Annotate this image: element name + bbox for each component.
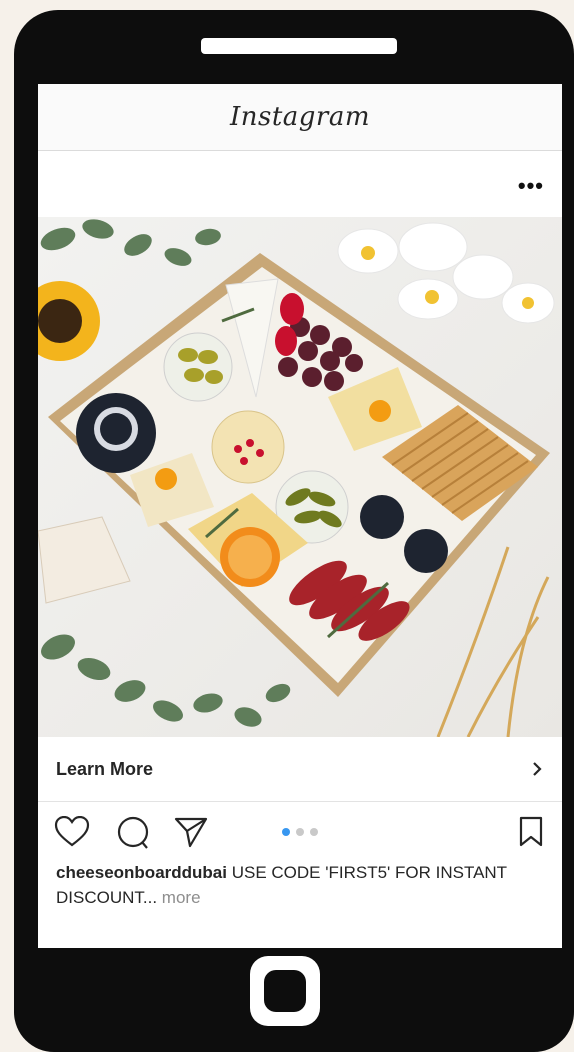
- carousel-dot: [310, 828, 318, 836]
- comment-icon[interactable]: [116, 816, 150, 850]
- chevron-right-icon: [533, 762, 542, 776]
- more-options-icon[interactable]: •••: [518, 173, 544, 199]
- carousel-indicator: [282, 828, 318, 836]
- post-actions: [38, 802, 562, 860]
- post-header: •••: [38, 151, 562, 217]
- post-caption: cheeseonboarddubai USE CODE 'FIRST5' FOR…: [38, 860, 562, 910]
- post-image[interactable]: [38, 217, 562, 737]
- phone-screen: Instagram ••• Learn More cheeseonboarddu…: [38, 84, 562, 948]
- caption-more-link[interactable]: more: [157, 888, 201, 907]
- heart-icon[interactable]: [54, 816, 90, 848]
- learn-more-link[interactable]: Learn More: [38, 737, 562, 802]
- charcuterie-photo: [38, 219, 555, 737]
- app-logo: Instagram: [229, 102, 371, 132]
- home-button[interactable]: [250, 956, 320, 1026]
- paper-plane-icon[interactable]: [174, 816, 208, 848]
- instagram-header: Instagram: [38, 84, 562, 151]
- caption-username[interactable]: cheeseonboarddubai: [56, 863, 227, 882]
- phone-speaker: [201, 38, 397, 54]
- carousel-dot: [282, 828, 290, 836]
- carousel-dot: [296, 828, 304, 836]
- phone-frame: Instagram ••• Learn More cheeseonboarddu…: [14, 10, 574, 1052]
- learn-more-label: Learn More: [56, 758, 154, 779]
- bookmark-icon[interactable]: [518, 816, 544, 848]
